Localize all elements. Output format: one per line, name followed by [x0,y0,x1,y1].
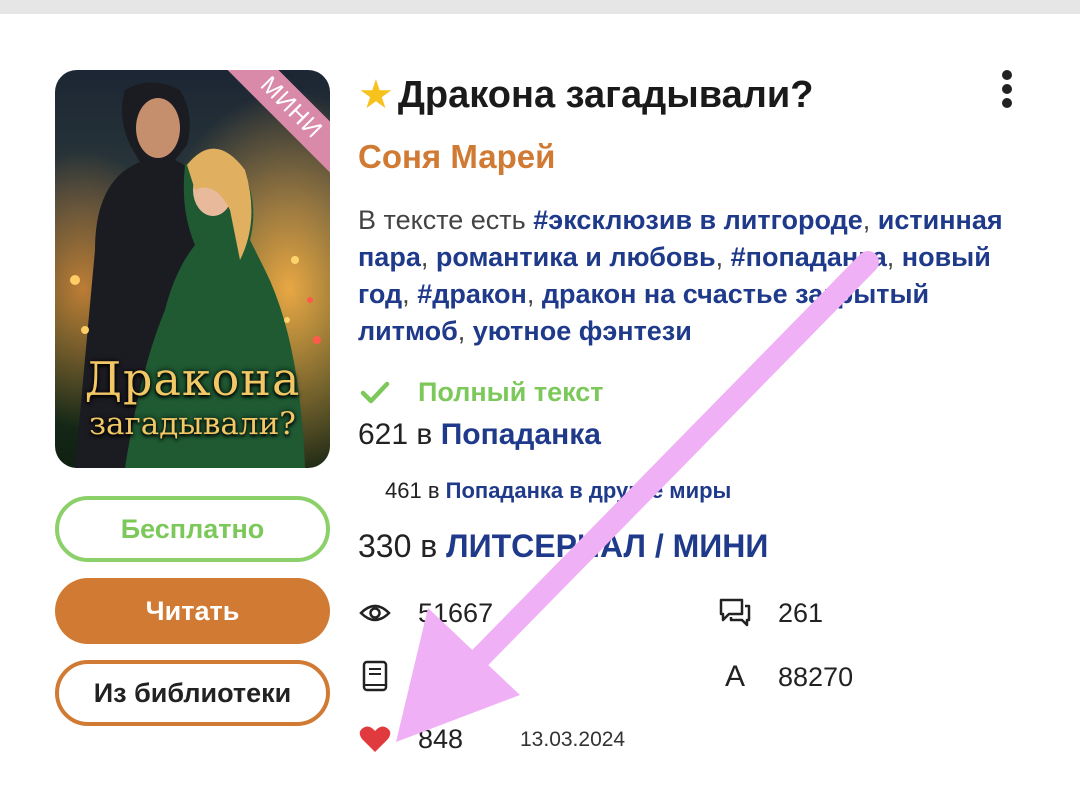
ranking-preposition: в [416,418,433,451]
comments-count: 261 [778,597,824,628]
ranking-category-link[interactable]: Попаданка в другие миры [446,478,732,503]
author-link[interactable]: Соня Марей [358,138,555,176]
tag-link[interactable]: #попаданка [731,242,887,272]
ranking-item: 621 в Попаданка [358,418,601,452]
tag-link[interactable]: #эксклюзив в литгороде [533,205,863,235]
ranking-category-link[interactable]: ЛИТСЕРИАЛ / МИНИ [446,528,768,564]
likes-count: 848 [418,723,464,754]
check-icon [360,381,390,404]
book-title-text: Дракона загадывали? [397,73,814,116]
likes-stat[interactable]: 848 [358,722,463,756]
cover-title-line1: Дракона [84,352,301,406]
remove-from-library-button[interactable]: Из библиотеки [55,660,330,726]
eye-icon [358,596,392,630]
ranking-category-link[interactable]: Попаданка [441,418,601,451]
top-bar [0,0,1080,14]
book-cover[interactable]: Дракона загадывали? МИНИ [55,70,330,468]
tag-link[interactable]: #дракон [417,279,527,309]
completion-status: Полный текст [358,375,603,409]
ranking-item: 330 в ЛИТСЕРИАЛ / МИНИ [358,528,768,565]
characters-stat: A 88270 [718,660,853,694]
read-button[interactable]: Читать [55,578,330,644]
star-icon: ★ [358,73,394,117]
tag-link[interactable]: романтика и любовь [436,242,716,272]
ranking-item: 461 в Попаданка в другие миры [385,478,731,504]
publish-date: 13.03.2024 [520,728,626,751]
ranking-position: 461 [385,478,422,503]
heart-icon[interactable] [358,722,392,756]
ranking-preposition: в [427,478,440,503]
tags-block: В тексте есть #эксклюзив в литгороде, ис… [358,205,1003,346]
status-text: Полный текст [418,376,604,407]
cover-title-line2: загадывали? [89,406,296,442]
book-icon [358,660,392,694]
pages-stat [358,660,418,694]
characters-count: 88270 [778,661,854,692]
comments-stat[interactable]: 261 [718,596,823,630]
tag-link[interactable]: уютное фэнтези [473,316,692,346]
characters-icon: A [724,660,745,693]
book-title: ★ Дракона загадывали? [358,72,813,118]
views-count: 51667 [418,597,494,628]
ranking-position: 330 [358,528,412,564]
ranking-preposition: в [420,528,438,564]
comments-icon [718,596,752,630]
ranking-position: 621 [358,418,409,451]
free-button[interactable]: Бесплатно [55,496,330,562]
more-menu-icon[interactable] [994,70,1020,110]
views-stat: 51667 [358,596,493,630]
tags-prefix: В тексте есть [358,205,526,235]
